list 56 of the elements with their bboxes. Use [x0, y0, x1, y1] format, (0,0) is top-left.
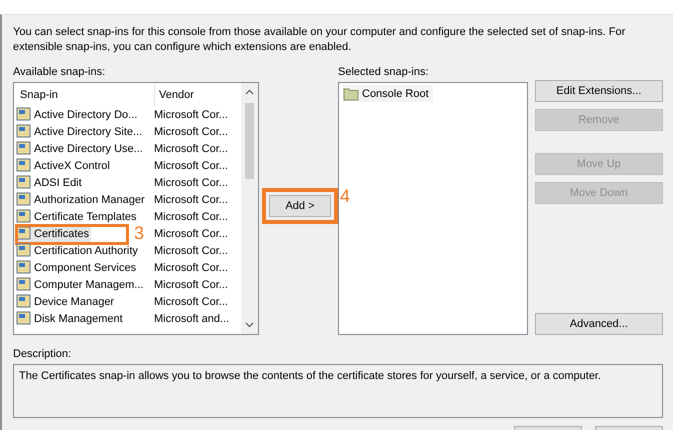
snap-in-icon	[16, 294, 32, 309]
scroll-up-icon[interactable]	[245, 89, 254, 95]
snap-in-item[interactable]: Computer Managem...	[16, 276, 146, 293]
vendor-cell-text: Microsoft Cor...	[153, 210, 229, 222]
snap-in-icon	[16, 277, 32, 292]
dialog-button[interactable]: Edit Extensions...	[534, 80, 663, 102]
snap-in-icon	[16, 124, 32, 139]
snap-in-item[interactable]: ActiveX Control	[16, 157, 112, 174]
snap-in-item[interactable]: Component Services	[16, 259, 138, 276]
column-header[interactable]: Snap-in	[16, 84, 155, 106]
tree-item[interactable]: Console Root	[343, 85, 433, 102]
description-text: The Certificates snap-in allows you to browse the contents of the certificate stores for yourself, a service, or a computer.	[19, 370, 602, 382]
step-number: 4	[340, 187, 350, 205]
snap-in-item[interactable]: Device Manager	[16, 293, 116, 310]
vendor-cell-text: Microsoft and...	[153, 312, 230, 324]
snap-in-item[interactable]: Active Directory Site...	[16, 123, 144, 140]
vendor-cell-text: Microsoft Cor...	[153, 262, 229, 274]
vendor-cell-text: Microsoft Cor...	[153, 142, 229, 154]
snap-in-icon	[16, 141, 32, 156]
snap-in-item[interactable]: Active Directory Use...	[16, 140, 145, 157]
vendor-cell-text: Microsoft Cor...	[153, 126, 229, 138]
vendor-cell-text: Microsoft Cor...	[153, 160, 229, 172]
column-header[interactable]: Vendor	[155, 84, 241, 106]
scroll-thumb[interactable]	[245, 103, 254, 179]
snap-in-icon	[16, 243, 32, 258]
snap-in-item[interactable]: Active Directory Do...	[16, 106, 140, 123]
snap-in-icon	[16, 107, 32, 122]
snap-in-item[interactable]: Certification Authority	[16, 242, 140, 259]
snap-in-icon	[16, 175, 32, 190]
intro-text: You can select snap-ins for this console from those available on your computer and configure the selected set of snap-ins. For extensible snap-ins, you can configure which extensions are enabled.	[13, 25, 626, 55]
snap-in-icon	[16, 192, 32, 207]
selected-label: Selected snap-ins:	[338, 65, 430, 80]
snap-in-icon	[16, 209, 32, 224]
description-label: Description:	[13, 347, 72, 362]
snap-in-icon	[16, 311, 32, 326]
vendor-cell-text: Microsoft Cor...	[153, 278, 229, 290]
step-number: 3	[134, 224, 144, 242]
snap-in-icon	[16, 226, 32, 241]
snap-in-item[interactable]: Authorization Manager	[16, 191, 147, 208]
vendor-cell-text: Microsoft Cor...	[153, 194, 229, 206]
available-label: Available snap-ins:	[13, 65, 106, 80]
add-button[interactable]: Add >	[269, 195, 331, 217]
dialog-button[interactable]: Advanced...	[534, 313, 663, 335]
scrollbar[interactable]	[241, 83, 258, 334]
snap-in-icon	[16, 260, 32, 275]
snap-in-item[interactable]: Disk Management	[16, 310, 125, 327]
vendor-cell-text: Microsoft Cor...	[153, 108, 229, 120]
snap-in-item[interactable]: Certificate Templates	[16, 208, 139, 225]
snap-in-icon	[16, 158, 32, 173]
vendor-cell-text: Microsoft Cor...	[153, 244, 229, 256]
vendor-cell-text: Microsoft Cor...	[153, 228, 229, 240]
scroll-down-icon[interactable]	[245, 322, 254, 328]
vendor-cell-text: Microsoft Cor...	[153, 296, 229, 308]
snap-in-item[interactable]: ADSI Edit	[16, 174, 84, 191]
folder-icon	[343, 86, 359, 100]
vendor-cell-text: Microsoft Cor...	[153, 176, 229, 188]
